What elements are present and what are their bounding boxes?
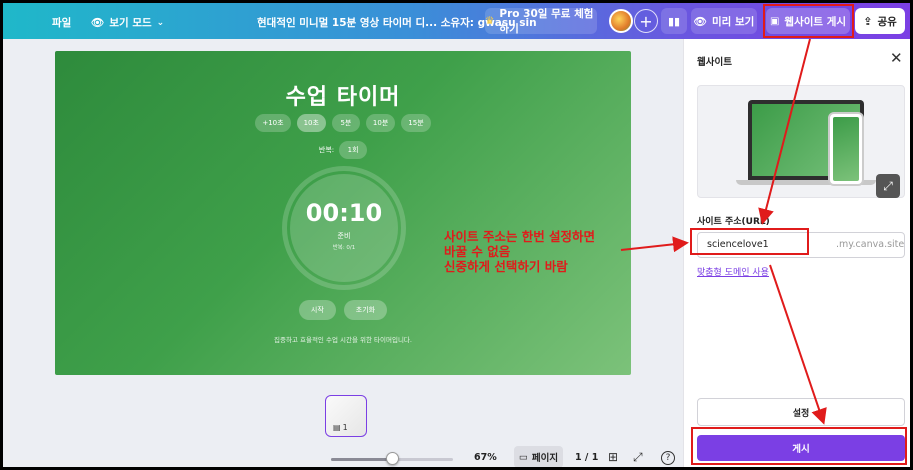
avatar[interactable] — [609, 9, 633, 33]
url-label: 사이트 주소(URL) — [697, 217, 770, 227]
grid-view-icon[interactable]: ⊞ — [608, 450, 618, 464]
repeat-label: 반복: — [318, 146, 335, 154]
custom-domain-link[interactable]: 맞춤형 도메인 사용 — [697, 265, 769, 278]
page-count: 1 / 1 — [575, 452, 599, 463]
file-menu-label: 파일 — [52, 17, 72, 29]
repeat-row: 반복: 1회 — [55, 141, 631, 159]
chevron-down-icon: ⌄ — [156, 17, 165, 28]
repeat-select[interactable]: 1회 — [339, 141, 368, 159]
chip-10s[interactable]: 10초 — [296, 114, 326, 132]
crown-icon: ♛ — [485, 15, 495, 27]
page-thumbnail-number: ▤ 1 — [333, 423, 348, 432]
chip-add-10s[interactable]: +10초 — [255, 114, 291, 132]
chip-5m[interactable]: 5분 — [331, 114, 360, 132]
insights-button[interactable]: ▮▮ — [661, 8, 687, 34]
bar-chart-icon: ▮▮ — [667, 14, 681, 28]
url-suffix: .my.canva.site — [836, 239, 905, 250]
share-button[interactable]: ⇪ 공유 — [855, 8, 905, 34]
reset-button[interactable]: 초기화 — [343, 300, 388, 320]
chip-15m[interactable]: 15분 — [401, 114, 431, 132]
annotation-line-1: 사이트 주소는 한번 설정하면 — [444, 229, 596, 244]
annotation-note: 사이트 주소는 한번 설정하면 바꿀 수 없음 신중하게 선택하기 바람 — [444, 229, 595, 274]
chip-10m[interactable]: 10분 — [365, 114, 396, 132]
page-layout-icon: ▭ — [518, 451, 528, 463]
help-icon[interactable]: ? — [661, 451, 675, 465]
phone-mockup — [828, 112, 864, 186]
start-button[interactable]: 시작 — [298, 300, 336, 320]
annotation-line-2: 바꿀 수 없음 — [444, 244, 511, 259]
zoom-slider-handle[interactable] — [386, 452, 399, 465]
panel-title: 웹사이트 — [697, 57, 732, 68]
timer-controls: 시작 초기화 — [55, 300, 631, 320]
settings-button[interactable]: 설정 — [697, 398, 905, 426]
annotation-url-box — [690, 228, 809, 255]
annotation-line-3: 신중하게 선택하기 바람 — [444, 259, 568, 274]
fullscreen-icon[interactable]: ⤢ — [633, 450, 643, 465]
view-mode-menu[interactable]: 👁 보기 모드 ⌄ — [91, 15, 164, 30]
eye-icon: 👁 — [91, 17, 105, 29]
repeat-count: 반복: 0/1 — [332, 245, 356, 251]
view-mode-label: 보기 모드 — [109, 17, 152, 29]
design-page[interactable]: 수업 타이머 +10초 10초 5분 10분 15분 반복: 1회 00:10 … — [55, 51, 631, 375]
site-preview — [697, 85, 905, 198]
expand-icon[interactable]: ⤢ — [876, 174, 900, 198]
close-icon[interactable]: ✕ — [890, 49, 903, 67]
preview-button[interactable]: 👁 미리 보기 — [691, 8, 757, 34]
timer-status: 준비 — [337, 232, 351, 240]
timer-face — [290, 174, 398, 282]
timer-title: 수업 타이머 — [285, 85, 401, 110]
pages-button[interactable]: ▭ 페이지 — [514, 446, 563, 467]
menu-icon[interactable] — [18, 13, 32, 27]
annotation-highlight-box — [763, 4, 854, 38]
zoom-level[interactable]: 67% — [474, 452, 497, 463]
eye-icon: 👁 — [693, 15, 708, 28]
slide-footer-text: 집중하고 효율적인 수업 시간을 위한 타이머입니다. — [274, 336, 412, 344]
page-icon: ▤ — [333, 423, 341, 432]
time-chips: +10초 10초 5분 10분 15분 — [55, 114, 631, 132]
zoom-slider-fill — [331, 458, 392, 461]
file-menu[interactable]: 파일 — [52, 15, 71, 30]
pro-trial-button[interactable]: ♛ Pro 30일 무료 체험하기 — [485, 8, 597, 35]
add-collaborator-button[interactable]: + — [634, 9, 658, 33]
annotation-publish-box — [691, 427, 907, 465]
timer-display: 00:10 — [305, 199, 383, 227]
share-icon: ⇪ — [863, 14, 873, 28]
app-window: 파일 👁 보기 모드 ⌄ 현대적인 미니멀 15분 영상 타이머 디... 소유… — [3, 3, 910, 467]
